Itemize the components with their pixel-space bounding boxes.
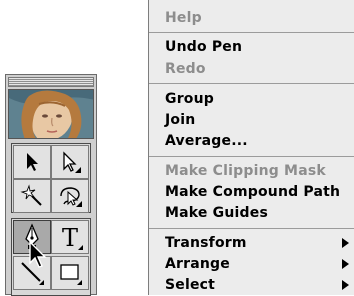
menu-item-transform[interactable]: Transform [165,233,354,253]
menu-separator [149,32,354,33]
menu-item-average[interactable]: Average... [165,131,354,151]
menu-item-label: Make Guides [165,205,268,221]
menu-item-label: Group [165,91,215,107]
menu-item-redo[interactable]: Redo [165,59,354,79]
menu-item-label: Redo [165,61,206,77]
selection-tools-group [11,143,91,213]
menu-item-select[interactable]: Select [165,275,354,295]
submenu-arrow-icon [342,238,349,248]
menu-item-make-compound-path[interactable]: Make Compound Path [165,182,354,202]
menu-item-label: Join [165,112,196,128]
menu-item-help[interactable]: Help [165,8,354,28]
menu-separator [149,83,354,84]
object-menu: Help Undo Pen Redo Group Join Average...… [148,0,354,295]
magic-wand-tool[interactable] [13,179,51,213]
menu-separator [149,228,354,229]
mouse-cursor-icon [29,241,47,268]
drawing-tools-group: T [11,218,91,296]
selection-tool-icon [27,153,38,171]
palette-title-bar[interactable] [8,77,94,87]
menu-item-label: Select [165,277,216,293]
menu-item-label: Transform [165,235,247,251]
selection-tool[interactable] [13,145,51,179]
submenu-arrow-icon [342,259,349,269]
type-tool[interactable]: T [51,220,89,254]
menu-item-label: Make Compound Path [165,184,341,200]
menu-item-label: Arrange [165,256,230,272]
lasso-tool[interactable] [51,179,89,213]
submenu-arrow-icon [342,280,349,290]
menu-item-make-clipping-mask[interactable]: Make Clipping Mask [165,161,354,181]
menu-item-label: Average... [165,133,248,149]
app-splash-portrait[interactable] [8,89,94,139]
rectangle-tool[interactable] [51,256,89,290]
venus-portrait-image [9,90,93,138]
magic-wand-tool-icon [20,184,42,206]
menu-item-arrange[interactable]: Arrange [165,254,354,274]
rectangle-tool-icon [60,264,82,285]
menu-item-label: Undo Pen [165,39,243,55]
menu-item-group[interactable]: Group [165,89,354,109]
menu-item-make-guides[interactable]: Make Guides [165,203,354,223]
toolbox-palette: T [5,74,97,296]
direct-selection-tool[interactable] [51,145,89,179]
svg-text:T: T [62,224,78,251]
menu-item-undo-pen[interactable]: Undo Pen [165,37,354,57]
type-tool-icon: T [62,224,83,251]
lasso-tool-icon [60,187,82,207]
menu-item-join[interactable]: Join [165,110,354,130]
menu-item-label: Help [165,10,202,26]
menu-item-label: Make Clipping Mask [165,163,326,179]
menu-separator [149,156,354,157]
direct-selection-tool-icon [63,151,81,173]
